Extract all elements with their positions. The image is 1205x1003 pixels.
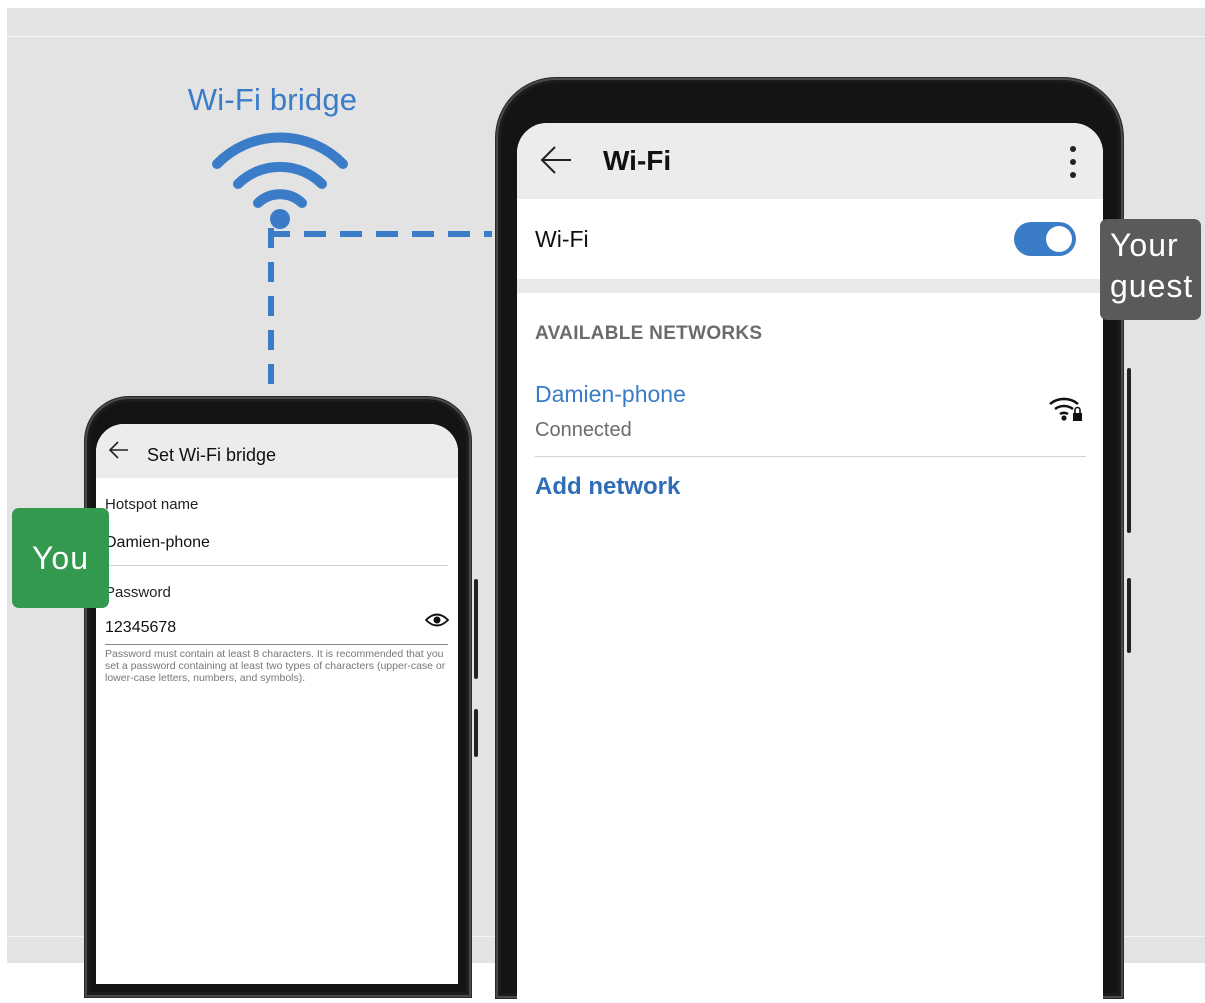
guest-tag-line2: guest — [1110, 268, 1194, 304]
you-tag: You — [12, 508, 109, 608]
page-title: Wi-Fi — [603, 145, 672, 176]
back-arrow-icon[interactable] — [539, 145, 573, 175]
bridge-connector-horizontal — [268, 231, 492, 237]
hotspot-field-underline — [105, 565, 448, 566]
wifi-toggle[interactable] — [1014, 222, 1076, 256]
wifi-lock-icon — [1049, 397, 1082, 421]
network-divider — [535, 456, 1086, 457]
toggle-knob — [1046, 226, 1072, 252]
network-status: Connected — [535, 419, 632, 441]
wifi-toggle-label: Wi-Fi — [535, 226, 589, 252]
top-guide-line — [7, 36, 1205, 37]
set-bridge-header: Set Wi-Fi bridge — [96, 424, 458, 478]
eye-icon[interactable] — [425, 612, 449, 628]
guest-phone-screen: Wi-Fi Wi-Fi AVAILABLE NETWORKS Damien-ph… — [517, 123, 1103, 1003]
password-field-underline — [105, 644, 448, 645]
side-button — [1127, 578, 1131, 653]
wifi-toggle-row: Wi-Fi — [517, 199, 1103, 279]
network-name[interactable]: Damien-phone — [535, 381, 686, 408]
wifi-settings-header: Wi-Fi — [517, 123, 1103, 199]
side-button — [474, 579, 478, 679]
guest-phone: Wi-Fi Wi-Fi AVAILABLE NETWORKS Damien-ph… — [496, 78, 1131, 1003]
host-phone: Set Wi-Fi bridge Hotspot name Damien-pho… — [85, 397, 478, 997]
wifi-bridge-title: Wi-Fi bridge — [187, 82, 358, 117]
section-divider — [517, 279, 1103, 293]
hotspot-name-label: Hotspot name — [105, 496, 199, 513]
back-arrow-icon[interactable] — [108, 440, 130, 460]
bridge-connector-vertical — [268, 228, 274, 390]
guest-tag-line1: Your — [1110, 227, 1179, 263]
page-title: Set Wi-Fi bridge — [147, 445, 277, 465]
password-field[interactable]: 12345678 — [105, 619, 176, 637]
host-phone-screen: Set Wi-Fi bridge Hotspot name Damien-pho… — [96, 424, 458, 984]
side-button — [1127, 368, 1131, 533]
guest-tag: Your guest — [1100, 219, 1201, 320]
available-networks-heading: AVAILABLE NETWORKS — [535, 323, 763, 344]
hotspot-name-field[interactable]: Damien-phone — [105, 534, 210, 552]
more-vertical-icon[interactable] — [1068, 145, 1078, 179]
password-hint: Password must contain at least 8 charact… — [105, 648, 446, 684]
password-label: Password — [105, 584, 171, 601]
wifi-icon — [212, 132, 348, 229]
side-button — [474, 709, 478, 757]
add-network-button[interactable]: Add network — [535, 473, 680, 501]
